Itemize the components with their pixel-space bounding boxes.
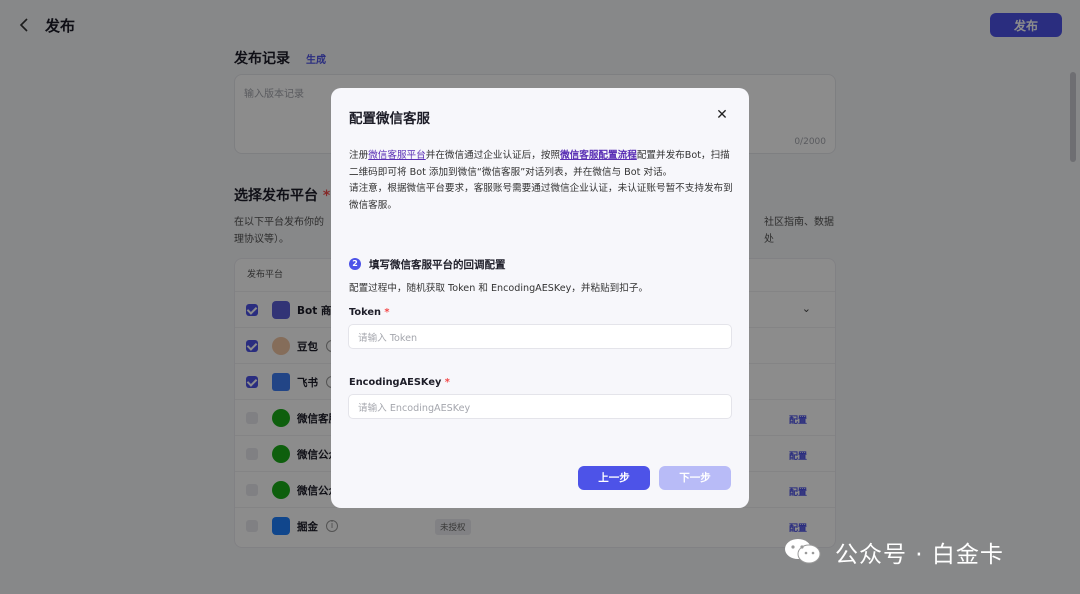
- step-description: 配置过程中，随机获取 Token 和 EncodingAESKey，并粘贴到扣子…: [349, 283, 649, 294]
- aes-key-label: EncodingAESKey *: [349, 377, 450, 388]
- intro-text-1: 注册: [349, 150, 369, 161]
- wechat-logo-icon: [785, 539, 821, 564]
- token-label: Token *: [349, 307, 390, 318]
- next-step-button[interactable]: 下一步: [659, 466, 731, 490]
- required-mark: *: [444, 377, 450, 388]
- aes-key-placeholder: 请输入 EncodingAESKey: [358, 403, 471, 414]
- step-title: 填写微信客服平台的回调配置: [369, 259, 506, 271]
- watermark-text: 公众号 · 白金卡: [835, 542, 1004, 568]
- config-guide-link[interactable]: 微信客服配置流程: [560, 150, 637, 161]
- dialog-title: 配置微信客服: [349, 111, 430, 127]
- notice-text: 请注意，根据微信平台要求，客服账号需要通过微信企业认证，未认证账号暂不支持发布到…: [349, 183, 733, 211]
- previous-step-button[interactable]: 上一步: [578, 466, 650, 490]
- required-mark: *: [384, 307, 390, 318]
- aes-key-label-text: EncodingAESKey: [349, 377, 442, 388]
- step-number-badge: 2: [349, 258, 361, 270]
- intro-text-2: 并在微信通过企业认证后，按照: [425, 150, 561, 161]
- token-label-text: Token: [349, 307, 381, 318]
- close-icon[interactable]: ✕: [713, 106, 731, 124]
- wechat-service-platform-link[interactable]: 微信客服平台: [368, 150, 426, 161]
- token-input[interactable]: 请输入 Token: [348, 324, 732, 349]
- wechat-service-config-dialog: 配置微信客服 ✕ 注册微信客服平台并在微信通过企业认证后，按照微信客服配置流程配…: [331, 88, 749, 508]
- aes-key-input[interactable]: 请输入 EncodingAESKey: [348, 394, 732, 419]
- token-placeholder: 请输入 Token: [358, 333, 418, 344]
- dialog-intro: 注册微信客服平台并在微信通过企业认证后，按照微信客服配置流程配置并发布Bot，扫…: [349, 148, 734, 214]
